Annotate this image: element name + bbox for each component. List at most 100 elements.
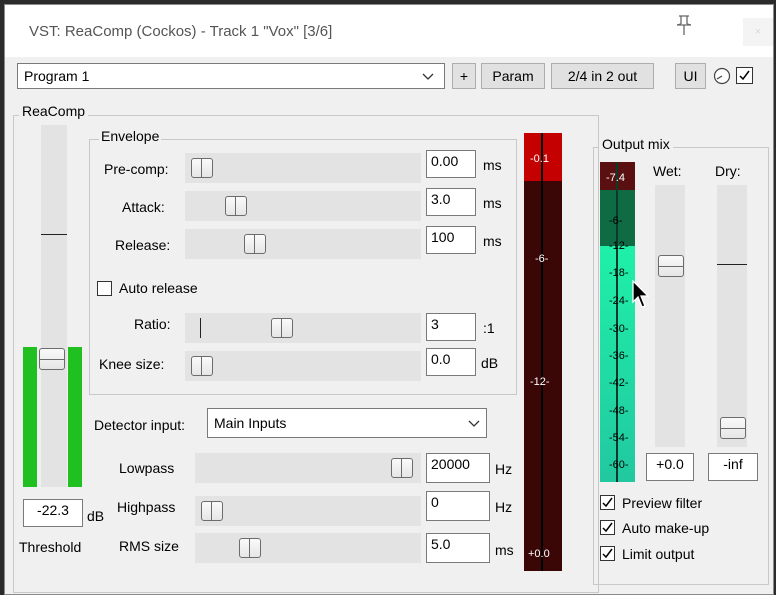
param-button[interactable]: Param <box>481 63 545 89</box>
bypass-checkbox[interactable] <box>736 67 753 84</box>
precomp-label: Pre-comp: <box>104 161 169 177</box>
gr-tick-label: -6- <box>535 253 549 265</box>
rms-slider-handle[interactable] <box>239 538 261 558</box>
precomp-unit: ms <box>483 157 502 173</box>
ratio-slider-track[interactable] <box>185 313 421 343</box>
wet-value-field[interactable]: +0.0 <box>646 453 694 481</box>
reacomp-label: ReaComp <box>19 103 89 119</box>
highpass-unit: Hz <box>495 499 513 515</box>
release-unit: ms <box>483 233 502 249</box>
precomp-slider-track[interactable] <box>185 153 421 183</box>
release-label: Release: <box>115 237 171 253</box>
lowpass-label: Lowpass <box>119 460 175 476</box>
checkmark-icon <box>602 522 613 533</box>
release-slider-track[interactable] <box>185 229 421 259</box>
highpass-value-field[interactable]: 0 <box>426 491 490 521</box>
gain-reduction-meter: -0.1 -6- -12- +0.0 <box>524 133 562 571</box>
lowpass-unit: Hz <box>495 461 513 477</box>
auto-release-checkbox[interactable] <box>97 281 112 296</box>
threshold-slider-handle[interactable] <box>39 348 65 370</box>
knee-slider-track[interactable] <box>185 351 421 381</box>
ratio-label: Ratio: <box>134 316 171 332</box>
detector-input-value: Main Inputs <box>214 415 287 431</box>
ratio-slider-mark <box>200 318 201 338</box>
title-bar: VST: ReaComp (Cockos) - Track 1 "Vox" [3… <box>5 5 773 57</box>
checkmark-icon <box>602 548 613 559</box>
wet-label: Wet: <box>653 163 682 179</box>
output-scale-label: -36- <box>609 350 629 362</box>
gr-tick-label: +0.0 <box>528 548 550 560</box>
ui-button[interactable]: UI <box>675 63 706 89</box>
knee-value-field[interactable]: 0.0 <box>426 348 476 376</box>
window-title: VST: ReaComp (Cockos) - Track 1 "Vox" [3… <box>29 23 333 40</box>
auto-makeup-label: Auto make-up <box>622 520 710 536</box>
precomp-slider-handle[interactable] <box>191 158 213 178</box>
wet-slider-track[interactable] <box>655 185 685 447</box>
attack-slider-track[interactable] <box>185 191 421 221</box>
output-scale-label: -6- <box>609 215 623 227</box>
lowpass-value-field[interactable]: 20000 <box>426 453 490 483</box>
envelope-label: Envelope <box>99 128 162 144</box>
output-scale-label: -42- <box>609 377 629 389</box>
chevron-down-icon <box>422 73 434 80</box>
highpass-slider-track[interactable] <box>195 496 421 526</box>
lowpass-slider-track[interactable] <box>195 453 421 483</box>
output-scale-label: -30- <box>609 323 629 335</box>
detector-label: Detector input: <box>94 417 186 433</box>
dry-value-field[interactable]: -inf <box>708 453 758 481</box>
rms-value-field[interactable]: 5.0 <box>426 533 490 563</box>
highpass-label: Highpass <box>117 499 176 515</box>
add-program-button[interactable]: + <box>452 63 476 89</box>
io-routing-button[interactable]: 2/4 in 2 out <box>551 63 654 89</box>
highpass-slider-handle[interactable] <box>201 501 223 521</box>
dry-slider-handle[interactable] <box>720 417 746 439</box>
knee-slider-handle[interactable] <box>191 356 213 376</box>
chevron-down-icon <box>468 420 480 427</box>
lowpass-slider-handle[interactable] <box>391 458 413 478</box>
threshold-unit: dB <box>87 508 105 524</box>
gain-reduction-meter-centerline <box>541 133 543 571</box>
rms-slider-track[interactable] <box>195 533 421 563</box>
detector-input-select[interactable]: Main Inputs <box>207 408 487 438</box>
auto-release-label: Auto release <box>119 280 198 296</box>
program-select-value: Program 1 <box>24 68 90 84</box>
attack-label: Attack: <box>122 199 165 215</box>
checkmark-icon <box>602 497 613 508</box>
threshold-value-field[interactable]: -22.3 <box>23 499 83 527</box>
threshold-input-meter-left <box>23 347 37 487</box>
close-button[interactable]: × <box>743 18 773 46</box>
dry-slider-mark <box>717 264 747 265</box>
threshold-slider-track[interactable] <box>41 125 67 487</box>
ratio-value-field[interactable]: 3 <box>426 313 476 341</box>
limit-output-checkbox[interactable] <box>600 546 615 561</box>
ratio-slider-handle[interactable] <box>271 318 293 338</box>
output-scale-label: -54- <box>609 432 629 444</box>
output-scale-label: -48- <box>609 405 629 417</box>
auto-makeup-checkbox[interactable] <box>600 520 615 535</box>
mouse-cursor-icon <box>632 280 650 308</box>
precomp-value-field[interactable]: 0.00 <box>426 150 476 178</box>
rms-label: RMS size <box>119 538 179 554</box>
attack-value-field[interactable]: 3.0 <box>426 188 476 216</box>
wet-slider-handle[interactable] <box>658 255 684 277</box>
attack-unit: ms <box>483 195 502 211</box>
preview-filter-label: Preview filter <box>622 495 703 511</box>
wet-knob-icon[interactable] <box>713 67 731 85</box>
pin-icon[interactable] <box>672 13 696 41</box>
output-scale-label: -18- <box>609 267 629 279</box>
threshold-label: Threshold <box>19 539 82 555</box>
knee-unit: dB <box>481 355 499 371</box>
release-slider-handle[interactable] <box>244 234 266 254</box>
checkmark-icon <box>739 70 750 81</box>
ratio-unit: :1 <box>483 320 495 336</box>
preview-filter-checkbox[interactable] <box>600 495 615 510</box>
limit-output-label: Limit output <box>622 546 695 562</box>
gr-tick-label: -0.1 <box>530 153 549 165</box>
plugin-window: VST: ReaComp (Cockos) - Track 1 "Vox" [3… <box>4 4 774 595</box>
rms-unit: ms <box>495 542 514 558</box>
release-value-field[interactable]: 100 <box>426 226 476 254</box>
threshold-slider-mark <box>41 234 67 235</box>
attack-slider-handle[interactable] <box>225 196 247 216</box>
dry-slider-track[interactable] <box>717 185 747 447</box>
program-select[interactable]: Program 1 <box>17 63 445 89</box>
